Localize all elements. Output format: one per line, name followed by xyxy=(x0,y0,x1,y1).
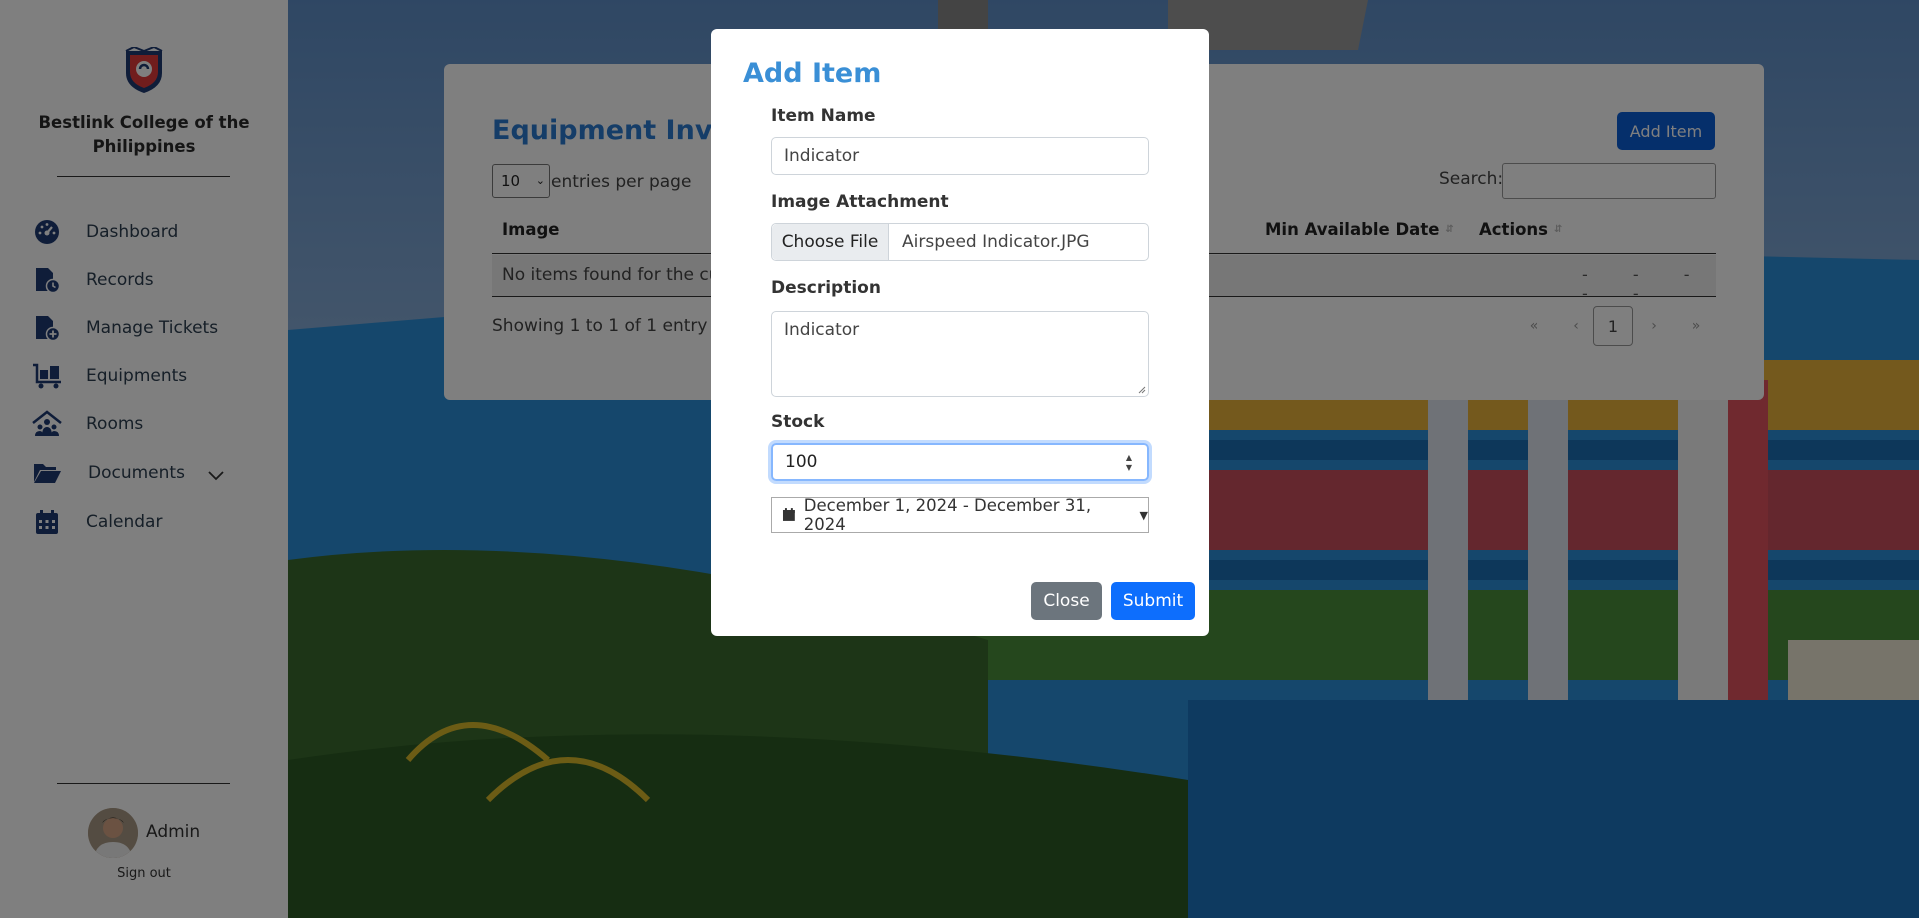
stock-label: Stock xyxy=(771,412,825,432)
item-name-label: Item Name xyxy=(771,106,876,126)
item-name-value: Indicator xyxy=(784,146,860,166)
date-range-value: December 1, 2024 - December 31, 2024 xyxy=(803,496,1092,534)
close-button[interactable]: Close xyxy=(1031,582,1102,620)
add-item-modal: Add Item Item Name Indicator Image Attac… xyxy=(711,29,1209,636)
description-label: Description xyxy=(771,278,881,298)
calendar-icon xyxy=(782,508,795,521)
choose-file-button[interactable]: Choose File xyxy=(772,224,889,260)
image-file-input[interactable]: Choose File Airspeed Indicator.JPG xyxy=(771,223,1149,261)
date-range-picker[interactable]: December 1, 2024 - December 31, 2024 ▼ xyxy=(771,496,1149,534)
image-attachment-label: Image Attachment xyxy=(771,192,949,212)
number-spinner-icon[interactable]: ▲ ▼ xyxy=(1123,453,1135,473)
description-textarea[interactable]: Indicator xyxy=(771,311,1149,397)
item-name-input[interactable]: Indicator xyxy=(771,137,1149,175)
selected-file-name: Airspeed Indicator.JPG xyxy=(902,232,1090,252)
modal-title: Add Item xyxy=(743,58,882,89)
stock-value: 100 xyxy=(785,452,818,472)
description-value: Indicator xyxy=(784,320,860,340)
submit-button[interactable]: Submit xyxy=(1111,582,1195,620)
resize-grip-icon[interactable] xyxy=(1138,386,1146,394)
stock-input[interactable]: 100 ▲ ▼ xyxy=(771,443,1149,481)
caret-down-icon: ▼ xyxy=(1139,508,1148,522)
